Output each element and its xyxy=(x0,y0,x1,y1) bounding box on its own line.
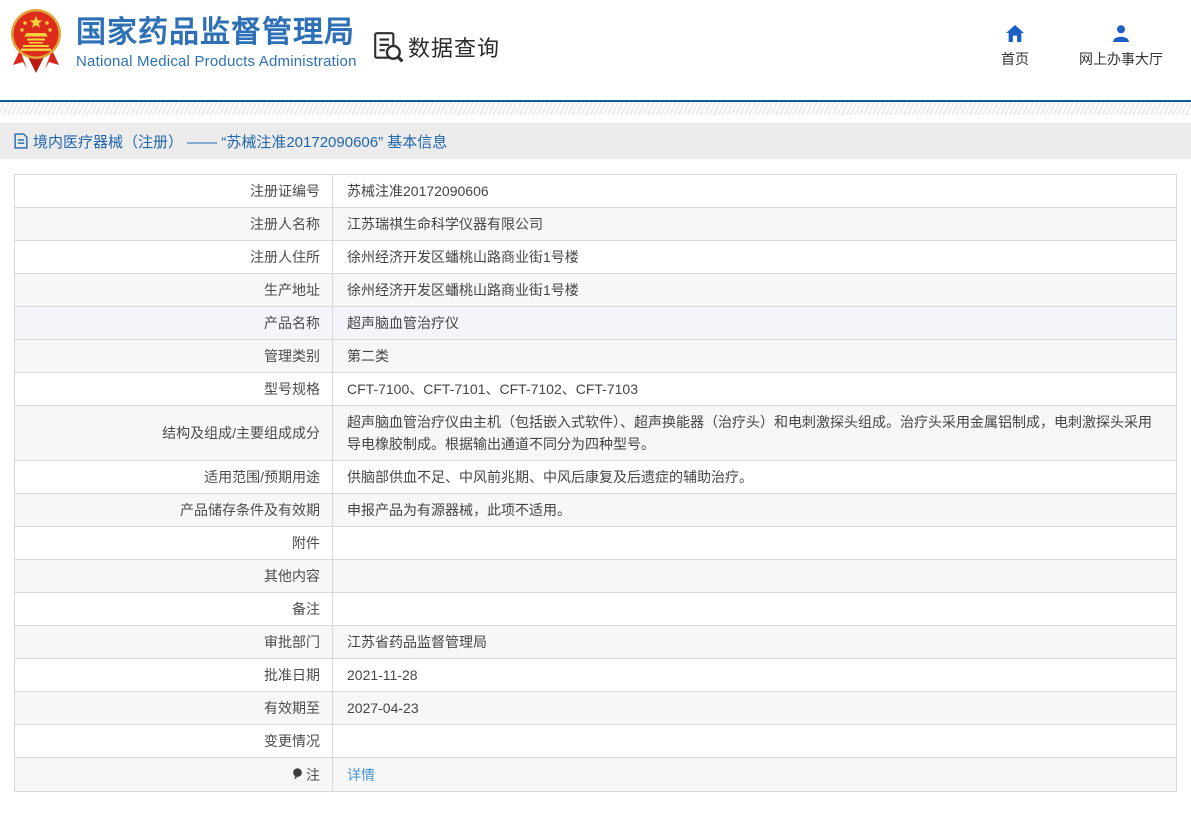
row-label: 适用范围/预期用途 xyxy=(15,461,333,493)
row-value: 第二类 xyxy=(347,348,389,364)
user-icon xyxy=(1112,24,1130,42)
row-value: 2027-04-23 xyxy=(347,700,419,716)
breadcrumb-text: 境内医疗器械（注册） —— “苏械注准20172090606” 基本信息 xyxy=(33,133,448,151)
row-label: 产品储存条件及有效期 xyxy=(15,494,333,526)
header-nav: 首页 网上办事大厅 xyxy=(1001,24,1163,69)
table-row: 注册人名称 江苏瑞祺生命科学仪器有限公司 xyxy=(15,208,1176,241)
page: 国家药品监督管理局 National Medical Products Admi… xyxy=(0,0,1191,815)
row-label: 注册证编号 xyxy=(15,175,333,207)
table-row: 产品储存条件及有效期 申报产品为有源器械，此项不适用。 xyxy=(15,494,1176,527)
table-row: 适用范围/预期用途 供脑部供血不足、中风前兆期、中风后康复及后遗症的辅助治疗。 xyxy=(15,461,1176,494)
row-label: 附件 xyxy=(15,527,333,559)
table-row: 其他内容 xyxy=(15,560,1176,593)
row-label: 备注 xyxy=(15,593,333,625)
nav-hall-label: 网上办事大厅 xyxy=(1079,51,1163,67)
table-row: 型号规格 CFT-7100、CFT-7101、CFT-7102、CFT-7103 xyxy=(15,373,1176,406)
row-value xyxy=(333,725,1176,757)
row-label: 有效期至 xyxy=(15,692,333,724)
document-icon xyxy=(14,133,28,149)
row-value: 江苏瑞祺生命科学仪器有限公司 xyxy=(347,216,543,232)
org-name: 国家药品监督管理局 xyxy=(76,16,355,49)
row-value: 超声脑血管治疗仪由主机（包括嵌入式软件）、超声换能器（治疗头）和电刺激探头组成。… xyxy=(347,414,1152,452)
org-name-en: National Medical Products Administration xyxy=(76,53,357,70)
table-row: 有效期至 2027-04-23 xyxy=(15,692,1176,725)
row-value: CFT-7100、CFT-7101、CFT-7102、CFT-7103 xyxy=(347,381,638,397)
table-row: 变更情况 xyxy=(15,725,1176,758)
table-row: 备注 xyxy=(15,593,1176,626)
table-row: 注册人住所 徐州经济开发区蟠桃山路商业街1号楼 xyxy=(15,241,1176,274)
row-label: 产品名称 xyxy=(15,307,333,339)
table-row: 审批部门 江苏省药品监督管理局 xyxy=(15,626,1176,659)
home-icon xyxy=(1006,24,1024,42)
row-label: 变更情况 xyxy=(15,725,333,757)
table-row: 产品名称 超声脑血管治疗仪 xyxy=(15,307,1176,340)
row-value: 申报产品为有源器械，此项不适用。 xyxy=(347,502,571,518)
info-table: 注册证编号 苏械注准20172090606 注册人名称 江苏瑞祺生命科学仪器有限公司注… xyxy=(14,174,1177,792)
row-label: 批准日期 xyxy=(15,659,333,691)
row-value: 2021-11-28 xyxy=(347,667,418,683)
row-label: 型号规格 xyxy=(15,373,333,405)
data-query-section-link[interactable]: 数据查询 xyxy=(372,31,500,63)
table-row: 注详情 xyxy=(15,758,1176,791)
table-row: 管理类别 第二类 xyxy=(15,340,1176,373)
row-value: 供脑部供血不足、中风前兆期、中风后康复及后遗症的辅助治疗。 xyxy=(347,469,753,485)
table-row: 生产地址 徐州经济开发区蟠桃山路商业街1号楼 xyxy=(15,274,1176,307)
row-label: 审批部门 xyxy=(15,626,333,658)
site-header: 国家药品监督管理局 National Medical Products Admi… xyxy=(0,0,1191,100)
nmpa-logo-link[interactable]: 国家药品监督管理局 National Medical Products Admi… xyxy=(10,8,357,74)
nav-item-service-hall[interactable]: 网上办事大厅 xyxy=(1079,24,1163,69)
row-value xyxy=(333,593,1176,625)
row-value xyxy=(333,527,1176,559)
nav-item-home[interactable]: 首页 xyxy=(1001,24,1029,69)
breadcrumb: 境内医疗器械（注册） —— “苏械注准20172090606” 基本信息 xyxy=(0,123,1191,159)
nav-home-label: 首页 xyxy=(1001,51,1029,67)
diagonal-stripe-band xyxy=(0,102,1191,115)
table-row: 结构及组成/主要组成成分 超声脑血管治疗仪由主机（包括嵌入式软件）、超声换能器（治… xyxy=(15,406,1176,461)
row-label: 注 xyxy=(15,758,333,791)
row-value: 苏械注准20172090606 xyxy=(347,183,489,199)
row-value: 徐州经济开发区蟠桃山路商业街1号楼 xyxy=(347,249,579,265)
detail-link[interactable]: 详情 xyxy=(347,764,375,786)
row-label: 注册人名称 xyxy=(15,208,333,240)
table-row: 附件 xyxy=(15,527,1176,560)
row-value xyxy=(333,560,1176,592)
row-label: 结构及组成/主要组成成分 xyxy=(15,406,333,460)
row-value: 徐州经济开发区蟠桃山路商业街1号楼 xyxy=(347,282,579,298)
lamp-note-icon xyxy=(292,768,303,781)
national-emblem-icon xyxy=(11,9,61,73)
row-value: 超声脑血管治疗仪 xyxy=(347,315,459,331)
table-row: 批准日期 2021-11-28 xyxy=(15,659,1176,692)
row-value: 江苏省药品监督管理局 xyxy=(347,634,487,650)
org-titles: 国家药品监督管理局 National Medical Products Admi… xyxy=(76,8,357,70)
row-label: 生产地址 xyxy=(15,274,333,306)
row-label: 管理类别 xyxy=(15,340,333,372)
row-label: 注册人住所 xyxy=(15,241,333,273)
row-label: 其他内容 xyxy=(15,560,333,592)
table-row: 注册证编号 苏械注准20172090606 xyxy=(15,175,1176,208)
data-query-label: 数据查询 xyxy=(408,36,501,61)
document-search-icon xyxy=(374,32,404,63)
row-value: 详情 xyxy=(333,758,1176,791)
